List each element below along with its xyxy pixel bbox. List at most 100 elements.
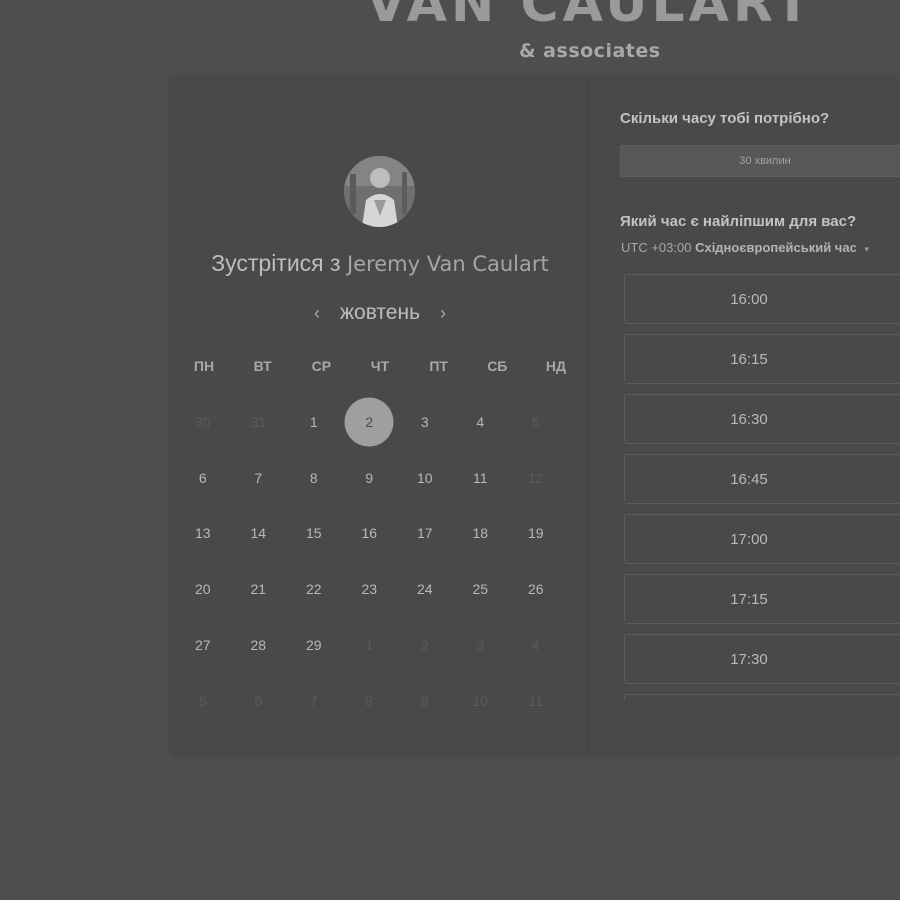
duration-select[interactable]: 30 хвилин: [620, 145, 900, 177]
calendar-day-number: 10: [472, 692, 489, 709]
calendar-day-number: 6: [254, 692, 263, 709]
time-question: Який час є найліпшим для вас?: [620, 213, 857, 230]
next-month-icon[interactable]: ›: [436, 303, 450, 324]
time-slot-button[interactable]: 16:45: [624, 454, 900, 504]
month-navigation: ‹ жовтень ›: [172, 298, 588, 328]
calendar-day[interactable]: 21: [231, 561, 287, 617]
calendar-day-number: 12: [527, 469, 544, 486]
calendar-day[interactable]: 17: [397, 506, 453, 562]
calendar-day[interactable]: 13: [175, 506, 231, 562]
calendar-day-number: 27: [194, 637, 211, 654]
calendar-day-number: 19: [527, 525, 544, 542]
calendar-day-number: 31: [250, 413, 267, 430]
calendar-day-number: 9: [420, 692, 429, 709]
calendar-day-number: 24: [416, 581, 433, 598]
calendar-day[interactable]: 25: [453, 561, 509, 617]
calendar-day[interactable]: 15: [286, 506, 342, 562]
calendar-day[interactable]: 18: [453, 506, 509, 562]
calendar-day[interactable]: 26: [508, 561, 564, 617]
calendar-day: 4: [508, 617, 564, 673]
calendar-day-number: 29: [305, 637, 322, 654]
calendar-day: 5: [175, 673, 231, 729]
calendar-day-number: 28: [250, 637, 267, 654]
weekday-label: НД: [545, 358, 566, 374]
calendar-day-number: 22: [305, 581, 322, 598]
time-slot-button[interactable]: 17:30: [624, 634, 900, 684]
calendar-day-number: 4: [476, 413, 485, 430]
calendar-day-number: 1: [309, 413, 318, 430]
calendar-day[interactable]: 19: [508, 506, 564, 562]
timezone-offset: UTC +03:00: [621, 240, 692, 255]
calendar-day[interactable]: 4: [453, 394, 509, 450]
calendar-day-number: 26: [527, 581, 544, 598]
calendar-day-number: 2: [420, 637, 429, 654]
time-slot-button[interactable]: 16:30: [624, 394, 900, 444]
calendar-day[interactable]: 7: [231, 450, 287, 506]
avatar: [344, 156, 415, 227]
calendar-day-number: 10: [416, 469, 433, 486]
calendar-day[interactable]: 3: [397, 394, 453, 450]
calendar-day: 12: [508, 450, 564, 506]
weekday-label: ЧТ: [370, 358, 390, 374]
calendar-day-number: 1: [365, 637, 374, 654]
calendar-day: 6: [231, 673, 287, 729]
calendar-day: 3: [453, 617, 509, 673]
calendar-day[interactable]: 11: [453, 450, 509, 506]
calendar-day: 8: [342, 673, 398, 729]
calendar-day[interactable]: 14: [231, 506, 287, 562]
calendar-day-number: 13: [194, 525, 211, 542]
calendar-day-number: 25: [472, 581, 489, 598]
weekday-label: ПТ: [429, 358, 448, 374]
calendar-day-number: 23: [361, 581, 378, 598]
calendar-day[interactable]: 9: [342, 450, 398, 506]
calendar-day[interactable]: 20: [175, 561, 231, 617]
month-label: жовтень: [339, 301, 421, 324]
time-slot-list: 16:00 16:15 16:30 16:45 17:00 17:15 17:30: [624, 274, 900, 700]
calendar-day[interactable]: 10: [397, 450, 453, 506]
meeting-title: Зустрітися з Jeremy Van Caulart: [172, 250, 588, 277]
calendar-day[interactable]: 1: [286, 394, 342, 450]
time-slot-button[interactable]: 16:00: [624, 274, 900, 324]
time-slot-button[interactable]: 17:00: [624, 514, 900, 564]
calendar-day: 30: [175, 394, 231, 450]
meeting-prefix: Зустрітися з: [211, 250, 341, 276]
booking-options-panel: Скільки часу тобі потрібно? 30 хвилин Як…: [589, 76, 900, 751]
prev-month-icon[interactable]: ‹: [310, 303, 324, 324]
calendar-day[interactable]: 28: [231, 617, 287, 673]
calendar-day-number: 15: [305, 525, 322, 542]
calendar-day[interactable]: 27: [175, 617, 231, 673]
weekday-header: ПН ВТ СР ЧТ ПТ СБ НД: [175, 358, 585, 374]
calendar-day-selected[interactable]: 2: [342, 394, 398, 450]
calendar-day-number: 8: [365, 692, 374, 709]
time-slot-button[interactable]: 16:15: [624, 334, 900, 384]
calendar-day[interactable]: 16: [342, 506, 398, 562]
calendar-day[interactable]: 6: [175, 450, 231, 506]
calendar-day[interactable]: 8: [286, 450, 342, 506]
calendar-day-number: 2: [365, 413, 374, 430]
timezone-selector[interactable]: UTC +03:00 Східноєвропейський час ▾: [621, 240, 869, 255]
weekday-label: СР: [311, 358, 332, 374]
weekday-label: СБ: [487, 358, 508, 374]
calendar-day-number: 16: [361, 525, 378, 542]
calendar-day-number: 9: [365, 469, 374, 486]
time-slot-button[interactable]: [624, 694, 900, 700]
calendar-day-number: 7: [254, 469, 263, 486]
calendar-day-number: 5: [531, 413, 540, 430]
calendar-day: 5: [508, 394, 564, 450]
calendar-day: 31: [231, 394, 287, 450]
calendar-day-number: 3: [420, 413, 429, 430]
calendar-day-number: 4: [531, 637, 540, 654]
brand-logo-title: VAN CAULART: [365, 0, 815, 34]
time-slot-button[interactable]: 17:15: [624, 574, 900, 624]
calendar-days-grid: 30 31 1 2 3 4 5 6 7 8 9 10 11 12 13 14 15 16 17 18 19 20 21 22 2…: [175, 394, 585, 729]
calendar-day: 9: [397, 673, 453, 729]
calendar-day: 1: [342, 617, 398, 673]
calendar-day[interactable]: 24: [397, 561, 453, 617]
calendar-day[interactable]: 29: [286, 617, 342, 673]
calendar-day[interactable]: 22: [286, 561, 342, 617]
weekday-label: ПН: [193, 358, 215, 374]
calendar-day: 10: [453, 673, 509, 729]
calendar-day-number: 14: [250, 525, 267, 542]
calendar-day[interactable]: 23: [342, 561, 398, 617]
calendar-day-number: 6: [198, 469, 207, 486]
